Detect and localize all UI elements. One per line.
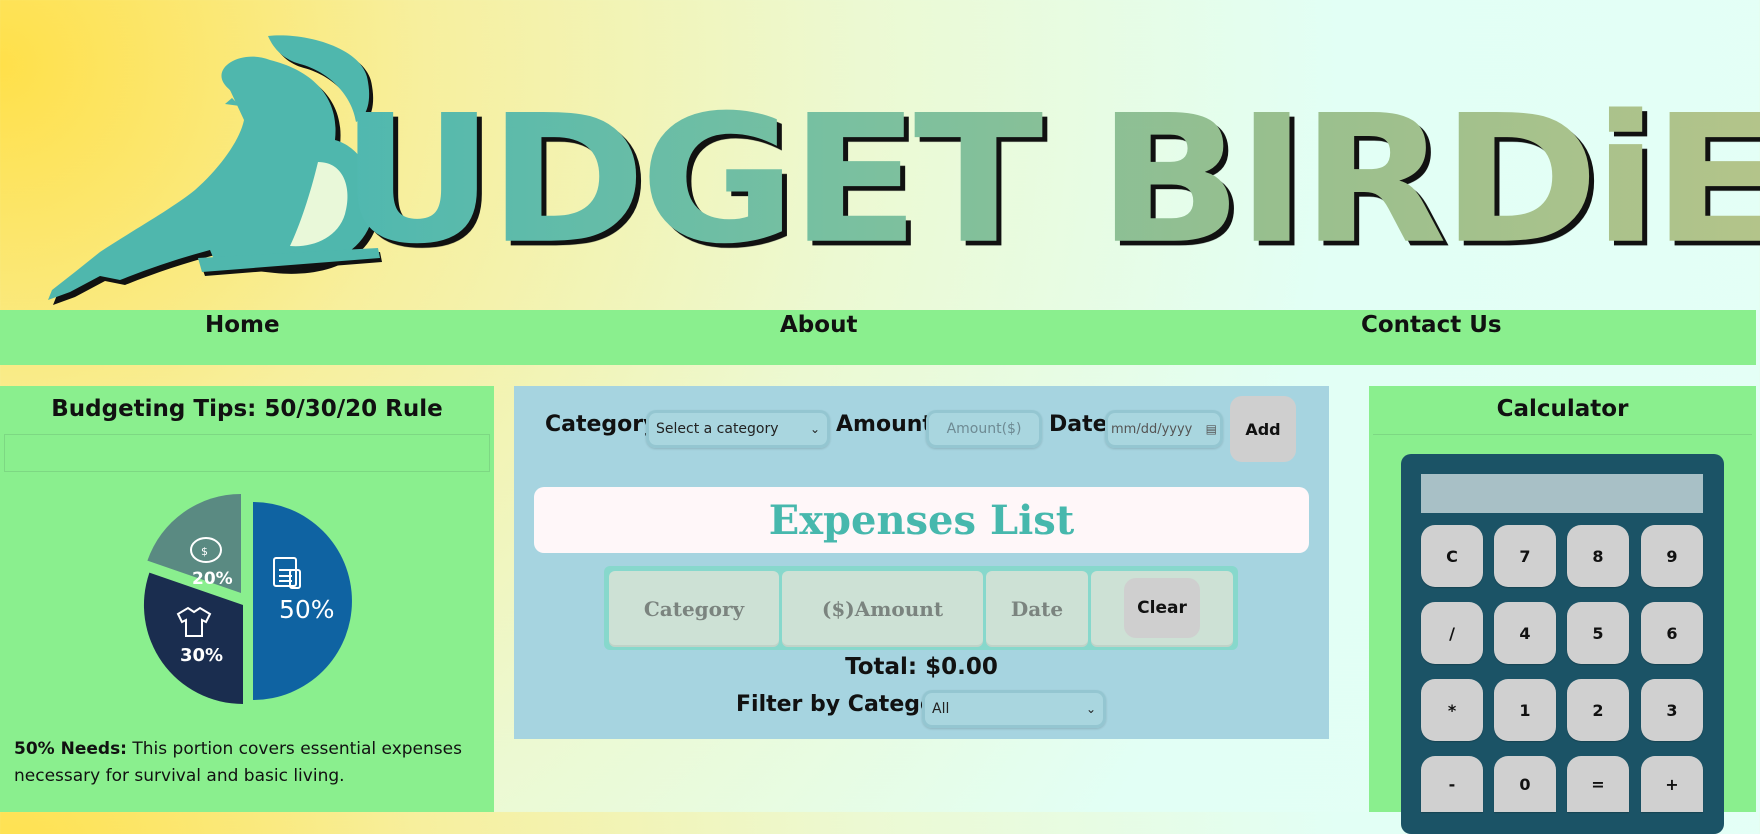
amount-input[interactable]: Amount($) (926, 410, 1042, 448)
needs-percent-label: 50% (279, 595, 335, 624)
calc-key-9[interactable]: 9 (1641, 525, 1703, 587)
svg-text:$: $ (201, 545, 208, 558)
calc-key-7[interactable]: 7 (1494, 525, 1556, 587)
needs-tip-label: 50% Needs: (14, 739, 127, 759)
category-select[interactable]: Select a category ⌄ (646, 410, 830, 448)
date-input[interactable]: mm/dd/yyyy ▤ (1105, 410, 1223, 448)
wants-percent-label: 30% (180, 645, 223, 666)
calculator-display (1421, 474, 1703, 513)
calc-key-subtract[interactable]: - (1421, 756, 1483, 812)
calc-key-3[interactable]: 3 (1641, 679, 1703, 741)
calc-key-0[interactable]: 0 (1494, 756, 1556, 812)
filter-select[interactable]: All ⌄ (922, 690, 1106, 728)
date-placeholder: mm/dd/yyyy (1111, 421, 1193, 437)
calc-key-divide[interactable]: / (1421, 602, 1483, 664)
calc-key-1[interactable]: 1 (1494, 679, 1556, 741)
filter-select-value: All (932, 701, 950, 717)
calc-key-6[interactable]: 6 (1641, 602, 1703, 664)
expenses-list-title: Expenses List (534, 487, 1309, 553)
column-amount: ($)Amount (782, 571, 983, 647)
calc-key-multiply[interactable]: * (1421, 679, 1483, 741)
calc-key-clear[interactable]: C (1421, 525, 1483, 587)
calc-key-add[interactable]: + (1641, 756, 1703, 812)
total-value: $0.00 (925, 654, 998, 680)
calc-key-8[interactable]: 8 (1567, 525, 1629, 587)
nav-bar: Home About Contact Us (0, 310, 1756, 365)
chevron-down-icon: ⌄ (809, 422, 820, 436)
clear-button[interactable]: Clear (1124, 578, 1200, 638)
rule-pie-chart: $ 50% 30% 20% (143, 494, 352, 704)
nav-contact-link[interactable]: Contact Us (1361, 312, 1502, 338)
divider (4, 434, 490, 472)
calc-key-2[interactable]: 2 (1567, 679, 1629, 741)
category-select-value: Select a category (656, 421, 779, 437)
divider (1373, 434, 1752, 439)
nav-home-link[interactable]: Home (205, 312, 280, 338)
logo-wordmark: UDGET BIRDiE (340, 92, 1760, 269)
needs-tip-text: 50% Needs: This portion covers essential… (14, 736, 484, 790)
nav-about-link[interactable]: About (780, 312, 857, 338)
add-expense-button[interactable]: Add (1230, 396, 1296, 462)
total-label: Total: (845, 654, 918, 680)
amount-placeholder: Amount($) (946, 421, 1022, 437)
budget-tips-panel: Budgeting Tips: 50/30/20 Rule $ 50% 30% … (0, 386, 494, 812)
calendar-icon[interactable]: ▤ (1206, 422, 1217, 436)
savings-percent-label: 20% (192, 569, 233, 589)
calculator-title: Calculator (1496, 396, 1629, 422)
calc-key-5[interactable]: 5 (1567, 602, 1629, 664)
column-category: Category (609, 571, 779, 647)
total-line: Total: $0.00 (514, 654, 1329, 680)
wants-slice (143, 572, 243, 704)
column-date: Date (986, 571, 1088, 647)
budget-tips-title: Budgeting Tips: 50/30/20 Rule (51, 396, 443, 422)
header: UDGET BIRDiE (0, 0, 1760, 310)
calc-key-4[interactable]: 4 (1494, 602, 1556, 664)
chevron-down-icon: ⌄ (1085, 702, 1096, 716)
calc-key-equals[interactable]: = (1567, 756, 1629, 812)
